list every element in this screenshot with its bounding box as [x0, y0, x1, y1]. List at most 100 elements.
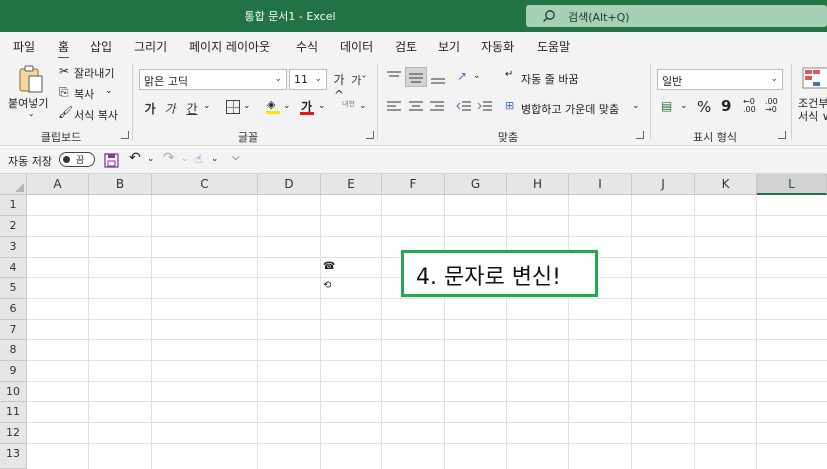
phonetic-button[interactable]: 내천 — [342, 99, 355, 109]
row-header-11[interactable]: 11 — [0, 402, 27, 423]
tab-formulas[interactable]: 수식 — [296, 38, 318, 55]
increase-indent-icon[interactable] — [477, 100, 493, 114]
column-header-i[interactable]: I — [569, 174, 632, 195]
bold-button[interactable]: 가 — [143, 100, 157, 117]
chevron-down-icon[interactable]: ⌄ — [211, 154, 219, 164]
tab-file[interactable]: 파일 — [13, 38, 35, 55]
tab-automate[interactable]: 자동화 — [481, 38, 514, 55]
font-name-select[interactable]: 맑은 고딕 ⌄ — [139, 69, 287, 90]
chevron-down-icon[interactable]: ⌄ — [283, 101, 291, 111]
increase-font-button[interactable]: 가^ — [331, 71, 347, 102]
conditional-formatting-label-2[interactable]: 서식 ∨ — [798, 108, 827, 124]
tab-review[interactable]: 검토 — [395, 38, 417, 55]
column-header-l[interactable]: L — [757, 174, 827, 195]
column-header-d[interactable]: D — [258, 174, 321, 195]
row-header-6[interactable]: 6 — [0, 299, 27, 320]
chevron-down-icon[interactable]: ⌄ — [473, 71, 481, 81]
tab-help[interactable]: 도움말 — [537, 38, 570, 55]
alignment-launcher-icon[interactable] — [636, 131, 644, 139]
row-header-13[interactable]: 13 — [0, 444, 27, 469]
percent-button[interactable]: % — [697, 98, 711, 116]
tab-data[interactable]: 데이터 — [340, 38, 373, 55]
align-middle-button[interactable] — [405, 67, 427, 87]
row-header-1[interactable]: 1 — [0, 195, 27, 216]
align-top-icon[interactable] — [386, 70, 402, 84]
wrap-text-button[interactable]: 자동 줄 바꿈 — [521, 71, 579, 87]
chevron-down-icon[interactable]: ⌄ — [147, 154, 155, 164]
row-header-7[interactable]: 7 — [0, 320, 27, 340]
chevron-down-icon[interactable]: ⌄ — [243, 101, 251, 111]
conditional-formatting-icon[interactable] — [802, 67, 827, 89]
font-size-select[interactable]: 11 ⌄ — [289, 69, 327, 90]
fill-color-button[interactable]: ◈ — [266, 98, 280, 115]
merge-center-icon: ⊞ — [505, 99, 515, 112]
undo-icon[interactable]: ↶ — [129, 150, 141, 166]
underline-button[interactable]: 간 — [185, 100, 199, 117]
customize-qat-icon[interactable]: ⌵ — [232, 152, 240, 163]
row-header-2[interactable]: 2 — [0, 216, 27, 237]
font-color-button[interactable]: 가 — [300, 98, 314, 115]
chevron-down-icon[interactable]: ⌄ — [181, 154, 189, 164]
tab-view[interactable]: 보기 — [438, 38, 460, 55]
row-header-9[interactable]: 9 — [0, 361, 27, 382]
number-format-select[interactable]: 일반 ⌄ — [657, 69, 783, 90]
tab-home[interactable]: 홈 — [58, 38, 70, 59]
row-header-12[interactable]: 12 — [0, 423, 27, 444]
paste-button[interactable] — [18, 64, 46, 94]
gridline — [27, 360, 827, 361]
copy-button[interactable]: 복사 — [74, 86, 94, 102]
row-header-10[interactable]: 10 — [0, 382, 27, 402]
tab-page-layout[interactable]: 페이지 레이아웃 — [189, 38, 270, 55]
align-left-icon[interactable] — [386, 100, 402, 114]
format-painter-button[interactable]: 서식 복사 — [74, 107, 118, 123]
comma-button[interactable]: 9 — [721, 97, 731, 115]
select-all-button[interactable] — [0, 174, 27, 195]
autosave-toggle[interactable]: 끔 — [59, 152, 95, 167]
sync-circle-icon[interactable]: ⟲ — [323, 280, 331, 291]
paste-dropdown-chevron[interactable]: ⌄ — [28, 109, 35, 118]
borders-icon[interactable] — [226, 100, 240, 114]
number-launcher-icon[interactable] — [778, 131, 786, 139]
decrease-font-button[interactable]: 가ˇ — [351, 72, 367, 88]
redo-icon[interactable]: ↷ — [163, 150, 175, 166]
column-header-e[interactable]: E — [321, 174, 382, 195]
font-launcher-icon[interactable] — [366, 131, 374, 139]
tab-insert[interactable]: 삽입 — [90, 38, 112, 55]
copy-dropdown-chevron[interactable]: ⌄ — [105, 86, 113, 96]
align-center-icon[interactable] — [408, 100, 424, 114]
italic-button[interactable]: 가 — [163, 100, 177, 117]
chevron-down-icon[interactable]: ⌄ — [632, 101, 640, 111]
merge-center-button[interactable]: 병합하고 가운데 맞춤 — [521, 101, 619, 117]
chevron-down-icon[interactable]: ⌄ — [203, 101, 211, 111]
column-header-k[interactable]: K — [695, 174, 757, 195]
chevron-down-icon[interactable]: ⌄ — [318, 101, 326, 111]
search-box[interactable]: 검색(Alt+Q) — [526, 5, 827, 27]
row-header-5[interactable]: 5 — [0, 278, 27, 299]
increase-decimal-button[interactable]: ←0 .00 — [743, 98, 759, 114]
column-header-b[interactable]: B — [89, 174, 152, 195]
window-title: 통합 문서1 - Excel — [244, 10, 336, 23]
orientation-icon[interactable]: ↗ — [457, 69, 467, 83]
clipboard-launcher-icon[interactable] — [121, 131, 129, 139]
align-bottom-icon[interactable] — [430, 70, 446, 86]
row-header-8[interactable]: 8 — [0, 340, 27, 361]
tab-draw[interactable]: 그리기 — [134, 38, 167, 55]
column-header-c[interactable]: C — [152, 174, 258, 195]
align-right-icon[interactable] — [429, 100, 445, 114]
row-header-3[interactable]: 3 — [0, 237, 27, 258]
cut-button[interactable]: 잘라내기 — [74, 65, 114, 81]
decrease-decimal-button[interactable]: .00 →0 — [765, 98, 781, 114]
accounting-format-icon[interactable]: ▤ — [661, 99, 672, 113]
decrease-indent-icon[interactable] — [456, 100, 472, 114]
column-header-j[interactable]: J — [632, 174, 695, 195]
chevron-down-icon[interactable]: ⌄ — [359, 101, 367, 111]
column-header-a[interactable]: A — [27, 174, 89, 195]
column-header-f[interactable]: F — [382, 174, 445, 195]
save-icon[interactable] — [104, 153, 119, 168]
row-header-4[interactable]: 4 — [0, 258, 27, 278]
chevron-down-icon[interactable]: ⌄ — [680, 101, 688, 111]
touch-mode-icon[interactable]: ☝ — [195, 152, 202, 166]
phone-icon[interactable]: ☎ — [323, 261, 335, 272]
column-header-g[interactable]: G — [445, 174, 507, 195]
column-header-h[interactable]: H — [507, 174, 569, 195]
